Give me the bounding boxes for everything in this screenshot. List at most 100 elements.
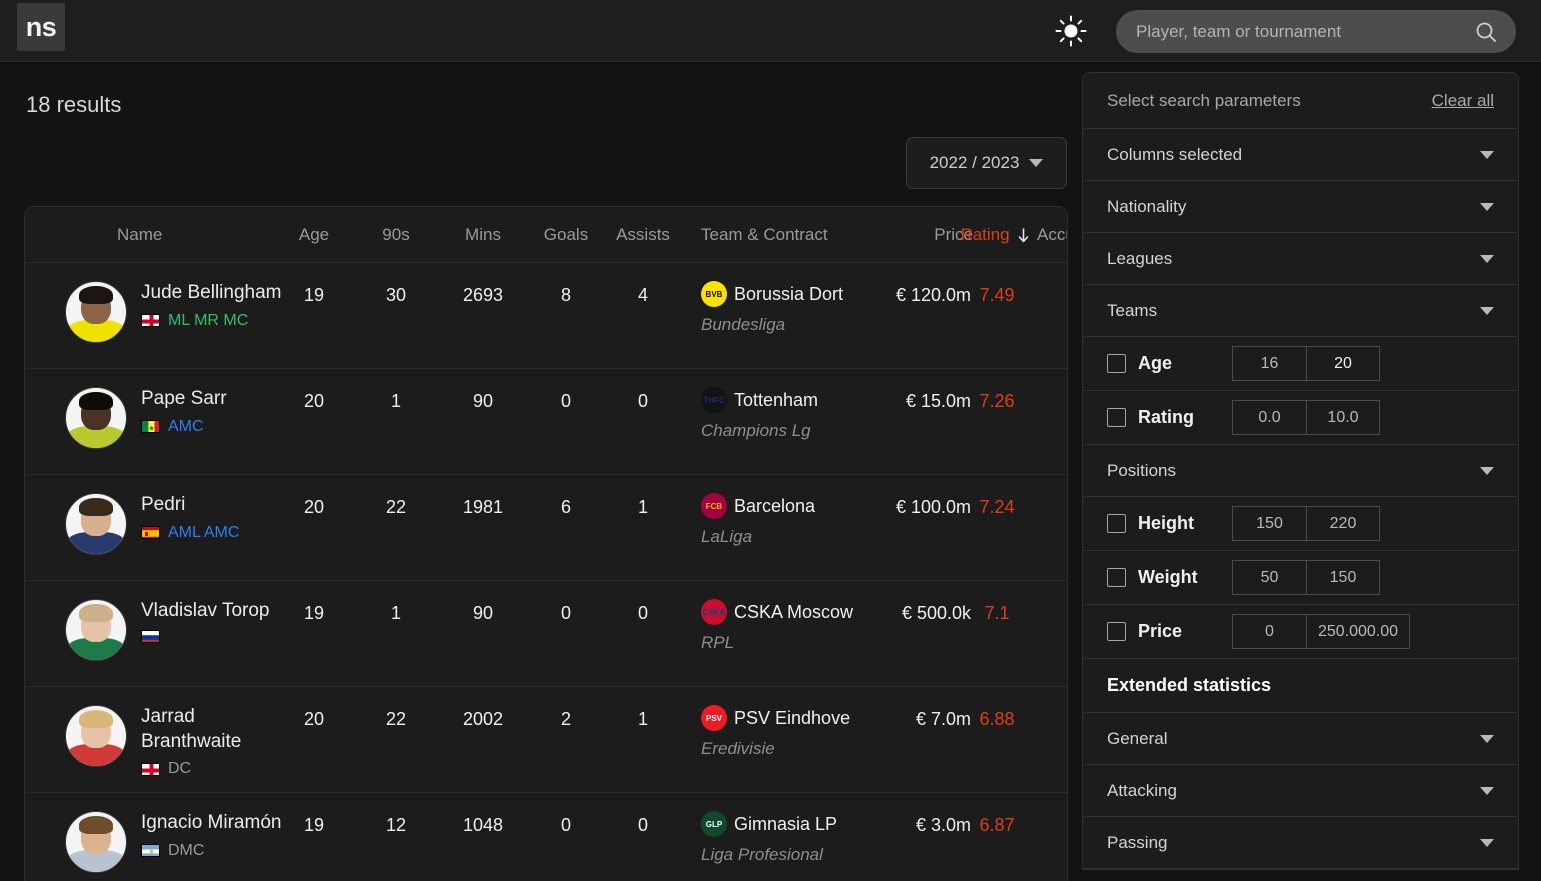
- cell-90s: 22: [365, 709, 427, 730]
- team-name: Gimnasia LP: [734, 814, 837, 835]
- team-cell[interactable]: BVB Borussia Dort Bundesliga: [701, 281, 843, 335]
- cell-assists: 0: [605, 391, 681, 412]
- cell-mins: 1981: [445, 497, 521, 518]
- rating-min-input[interactable]: [1232, 400, 1306, 435]
- avatar: [65, 493, 127, 555]
- search-input[interactable]: [1116, 22, 1474, 42]
- avatar: [65, 811, 127, 873]
- column-header-rating[interactable]: Rating: [963, 207, 1027, 263]
- team-line: FCB Barcelona: [701, 493, 815, 519]
- column-header-team[interactable]: Team & Contract: [701, 207, 828, 263]
- column-header-accuracy[interactable]: Accu: [1037, 207, 1068, 263]
- player-meta: [141, 630, 270, 643]
- search-icon[interactable]: [1474, 20, 1498, 44]
- weight-max-input[interactable]: [1306, 560, 1380, 595]
- age-max-input[interactable]: [1306, 346, 1380, 381]
- price-max-input[interactable]: [1306, 614, 1410, 649]
- weight-min-input[interactable]: [1232, 560, 1306, 595]
- player-name-cell[interactable]: Pedri AML AMC: [141, 493, 239, 542]
- price-label: Price: [1138, 621, 1232, 642]
- clear-all-link[interactable]: Clear all: [1432, 91, 1494, 111]
- sidebar-item-nationality[interactable]: Nationality: [1083, 181, 1518, 233]
- avatar: [65, 281, 127, 343]
- sun-icon[interactable]: [1054, 14, 1088, 48]
- cell-price: € 3.0m: [855, 815, 971, 836]
- player-name-cell[interactable]: Jude Bellingham ML MR MC: [141, 281, 281, 330]
- sidebar-item-attacking[interactable]: Attacking: [1083, 765, 1518, 817]
- global-search-bar[interactable]: [1116, 10, 1516, 53]
- player-name: Vladislav Torop: [141, 599, 270, 624]
- player-positions: DMC: [168, 842, 204, 860]
- price-min-input[interactable]: [1232, 614, 1306, 649]
- accordion-label: Passing: [1107, 833, 1167, 853]
- column-header-name[interactable]: Name: [117, 207, 162, 263]
- cell-90s: 22: [365, 497, 427, 518]
- price-checkbox[interactable]: [1107, 622, 1126, 641]
- age-checkbox[interactable]: [1107, 354, 1126, 373]
- team-crest-icon: BVB: [701, 281, 727, 307]
- sidebar-bottom-accordions: General Attacking Passing: [1083, 713, 1518, 869]
- age-min-input[interactable]: [1232, 346, 1306, 381]
- table-row[interactable]: Pedri AML AMC 20 22 1981 6 1 FCB Barcelo…: [25, 475, 1068, 581]
- rating-checkbox[interactable]: [1107, 408, 1126, 427]
- sidebar-item-leagues[interactable]: Leagues: [1083, 233, 1518, 285]
- nationality-flag-icon: [141, 844, 160, 857]
- column-header-mins[interactable]: Mins: [445, 207, 521, 263]
- column-header-90s[interactable]: 90s: [365, 207, 427, 263]
- player-meta: DC: [141, 760, 291, 778]
- team-cell[interactable]: CSKA CSKA Moscow RPL: [701, 599, 853, 653]
- chevron-down-icon: [1480, 307, 1494, 315]
- table-row[interactable]: Pape Sarr ★ AMC 20 1 90 0 0 THFC Tottenh…: [25, 369, 1068, 475]
- chevron-down-icon: [1480, 735, 1494, 743]
- height-max-input[interactable]: [1306, 506, 1380, 541]
- rating-max-input[interactable]: [1306, 400, 1380, 435]
- cell-assists: 0: [605, 815, 681, 836]
- weight-checkbox[interactable]: [1107, 568, 1126, 587]
- nationality-flag-icon: [141, 314, 160, 327]
- column-header-price[interactable]: Price: [863, 207, 973, 263]
- season-dropdown[interactable]: 2022 / 2023: [906, 137, 1067, 189]
- cell-mins: 1048: [445, 815, 521, 836]
- cell-90s: 30: [365, 285, 427, 306]
- column-header-age[interactable]: Age: [283, 207, 345, 263]
- team-cell[interactable]: GLP Gimnasia LP Liga Profesional: [701, 811, 837, 865]
- player-name-cell[interactable]: Jarrad Branthwaite DC: [141, 705, 291, 778]
- team-name: CSKA Moscow: [734, 602, 853, 623]
- height-checkbox[interactable]: [1107, 514, 1126, 533]
- app-logo[interactable]: ns: [17, 3, 65, 51]
- sidebar-item-passing[interactable]: Passing: [1083, 817, 1518, 869]
- table-row[interactable]: Vladislav Torop 19 1 90 0 0 CSKA CSKA Mo…: [25, 581, 1068, 687]
- cell-age: 19: [283, 285, 345, 306]
- season-dropdown-value: 2022 / 2023: [930, 153, 1020, 173]
- table-row[interactable]: Jarrad Branthwaite DC 20 22 2002 2 1 PSV…: [25, 687, 1068, 793]
- team-cell[interactable]: PSV PSV Eindhove Eredivisie: [701, 705, 850, 759]
- cell-90s: 12: [365, 815, 427, 836]
- height-min-input[interactable]: [1232, 506, 1306, 541]
- team-crest-icon: FCB: [701, 493, 727, 519]
- table-row[interactable]: Jude Bellingham ML MR MC 19 30 2693 8 4 …: [25, 263, 1068, 369]
- avatar: [65, 387, 127, 449]
- team-cell[interactable]: FCB Barcelona LaLiga: [701, 493, 815, 547]
- weight-range-inputs: [1232, 560, 1380, 595]
- cell-90s: 1: [365, 391, 427, 412]
- player-name-cell[interactable]: Vladislav Torop: [141, 599, 270, 643]
- nationality-flag-icon: [141, 763, 160, 776]
- table-header-row: Name Age 90s Mins Goals Assists Team & C…: [25, 207, 1068, 263]
- sidebar-item-positions[interactable]: Positions: [1083, 445, 1518, 497]
- cell-goals: 0: [535, 391, 597, 412]
- player-name-cell[interactable]: Pape Sarr ★ AMC: [141, 387, 227, 436]
- team-cell[interactable]: THFC Tottenham Champions Lg: [701, 387, 818, 441]
- accordion-label: General: [1107, 729, 1167, 749]
- player-name-cell[interactable]: Ignacio Miramón DMC: [141, 811, 281, 860]
- league-name: Liga Profesional: [701, 845, 837, 865]
- app-logo-text: ns: [26, 14, 57, 41]
- rating-label: Rating: [1138, 407, 1232, 428]
- column-header-assists[interactable]: Assists: [605, 207, 681, 263]
- filter-row-height: Height: [1083, 497, 1518, 551]
- sidebar-item-general[interactable]: General: [1083, 713, 1518, 765]
- sidebar-item-columns-selected[interactable]: Columns selected: [1083, 129, 1518, 181]
- table-row[interactable]: Ignacio Miramón DMC 19 12 1048 0 0 GLP G…: [25, 793, 1068, 881]
- team-line: GLP Gimnasia LP: [701, 811, 837, 837]
- sidebar-item-teams[interactable]: Teams: [1083, 285, 1518, 337]
- column-header-goals[interactable]: Goals: [535, 207, 597, 263]
